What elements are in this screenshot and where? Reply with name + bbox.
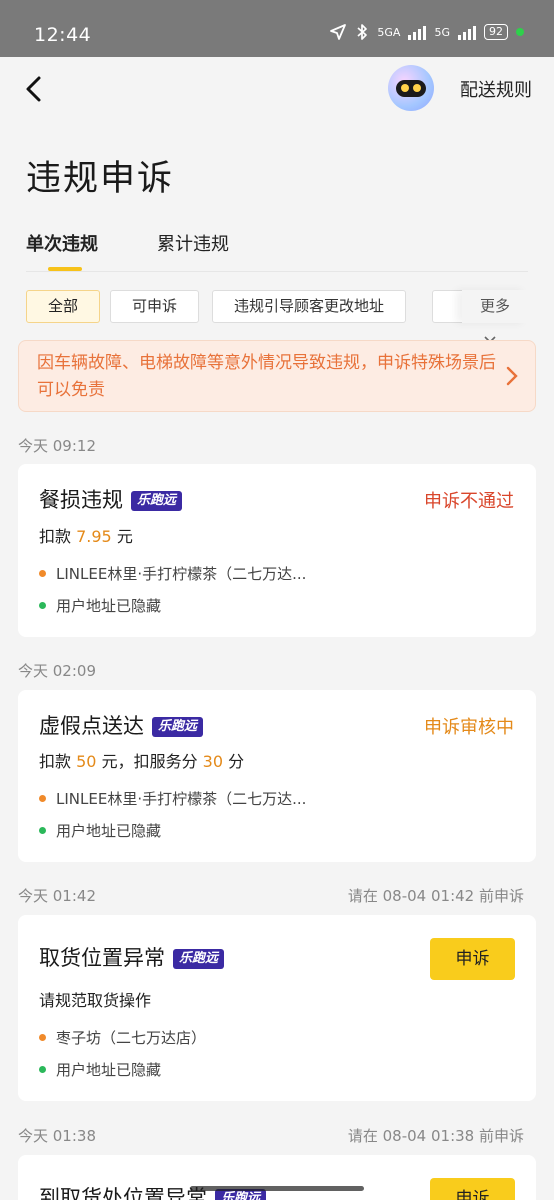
deduction-amount: 7.95 (76, 527, 112, 546)
signal-icon-2 (458, 24, 476, 40)
status-icons: 5GA 5G 92 (329, 23, 524, 41)
lepaoyuan-badge: 乐跑远 (173, 949, 225, 969)
appeal-status-reviewing: 申诉审核中 (424, 717, 514, 738)
signal-icon (408, 24, 427, 40)
bluetooth-icon (357, 24, 368, 40)
shop-dot-icon (39, 1034, 46, 1041)
exemption-notice-banner[interactable]: 因车辆故障、电梯故障等意外情况导致违规，申诉特殊场景后可以免责 (18, 340, 536, 412)
violation-title-text: 到取货处位置异常 (39, 1186, 207, 1200)
privacy-dot-icon (516, 28, 524, 36)
address-line: 用户地址已隐藏 (39, 820, 161, 841)
appeal-status-rejected: 申诉不通过 (424, 491, 514, 512)
page-title: 违规申诉 (26, 159, 175, 199)
network-label-2: 5G (434, 25, 450, 39)
more-filters-button[interactable]: 更多 (462, 290, 528, 344)
appeal-button[interactable]: 申诉 (430, 1178, 515, 1200)
shop-name: LINLEE林里·手打柠檬茶（二七万达... (56, 790, 307, 808)
active-tab-indicator (48, 267, 82, 271)
shop-line: 枣子坊（二七万达店） (39, 1027, 206, 1048)
appeal-button[interactable]: 申诉 (430, 938, 515, 980)
address-text: 用户地址已隐藏 (56, 1061, 162, 1079)
chevron-right-icon (506, 366, 518, 386)
status-time: 12:44 (34, 24, 92, 46)
deduction-prefix: 扣款 (39, 527, 72, 546)
record-date-header: 今天 01:38 请在 08-04 01:38 前申诉 (18, 1125, 536, 1146)
lepaoyuan-badge: 乐跑远 (152, 717, 204, 737)
shop-name: LINLEE林里·手打柠檬茶（二七万达... (56, 565, 307, 583)
address-dot-icon (39, 602, 46, 609)
record-date: 今天 02:09 (18, 662, 96, 680)
robot-icon (396, 80, 426, 97)
violation-description: 请规范取货操作 (39, 991, 152, 1010)
appeal-deadline: 请在 08-04 01:42 前申诉 (347, 887, 524, 905)
violation-card[interactable]: 餐损违规 乐跑远 申诉不通过 扣款 7.95 元 LINLEE林里·手打柠檬茶（二… (18, 464, 536, 637)
status-bar: 12:44 5GA 5G 92 (0, 0, 554, 57)
assistant-robot-avatar[interactable] (388, 65, 434, 111)
violation-title: 餐损违规 乐跑远 (39, 484, 183, 514)
violation-card[interactable]: 取货位置异常 乐跑远 申诉 请规范取货操作 枣子坊（二七万达店） 用户地址已隐藏 (18, 915, 536, 1101)
deduction-unit: 元，扣服务分 (101, 752, 198, 771)
deduction-line: 扣款 50 元，扣服务分 30 分 (39, 748, 244, 772)
shop-dot-icon (39, 570, 46, 577)
filter-bar: 全部 可申诉 违规引导顾客更改地址 更多 (26, 290, 528, 344)
violation-title-text: 虚假点送达 (39, 714, 144, 738)
location-arrow-icon (330, 24, 347, 40)
violation-title: 取货位置异常 乐跑远 (39, 942, 225, 972)
battery-icon: 92 (484, 24, 508, 40)
violation-card[interactable]: 虚假点送达 乐跑远 申诉审核中 扣款 50 元，扣服务分 30 分 LINLEE林… (18, 690, 536, 862)
record-date-header: 今天 01:42 请在 08-04 01:42 前申诉 (18, 885, 536, 906)
violation-title: 到取货处位置异常 乐跑远 (39, 1182, 267, 1200)
violation-card[interactable]: 到取货处位置异常 乐跑远 申诉 (18, 1155, 536, 1200)
address-line: 用户地址已隐藏 (39, 1059, 161, 1080)
network-label-1: 5GA (377, 25, 401, 39)
notice-text: 因车辆故障、电梯故障等意外情况导致违规，申诉特殊场景后可以免责 (37, 353, 496, 400)
deduction-score: 30 (202, 752, 224, 771)
violation-title: 虚假点送达 乐跑远 (39, 710, 204, 740)
record-date-header: 今天 09:12 (18, 435, 536, 456)
filter-chip-all[interactable]: 全部 (26, 290, 101, 323)
violation-title-text: 餐损违规 (39, 488, 123, 512)
shop-name: 枣子坊（二七万达店） (56, 1029, 207, 1047)
deduction-unit: 元 (116, 527, 133, 546)
record-date: 今天 01:42 (18, 887, 96, 905)
filter-chip-address-change[interactable]: 违规引导顾客更改地址 (212, 290, 407, 323)
violation-title-text: 取货位置异常 (39, 946, 165, 970)
home-indicator[interactable] (190, 1186, 364, 1191)
shop-line: LINLEE林里·手打柠檬茶（二七万达... (39, 563, 306, 584)
address-text: 用户地址已隐藏 (56, 597, 162, 615)
address-text: 用户地址已隐藏 (56, 822, 162, 840)
shop-line: LINLEE林里·手打柠檬茶（二七万达... (39, 788, 306, 809)
deduction-line: 扣款 7.95 元 (39, 523, 133, 547)
record-date: 今天 09:12 (18, 437, 96, 455)
record-date-header: 今天 02:09 (18, 660, 536, 681)
tab-single-violation[interactable]: 单次违规 (26, 230, 98, 256)
deduction-amount: 50 (76, 752, 97, 771)
delivery-rules-link[interactable]: 配送规则 (460, 76, 532, 102)
top-bar: 配送规则 (0, 57, 554, 123)
address-line: 用户地址已隐藏 (39, 595, 161, 616)
more-filters-label: 更多 (480, 297, 511, 315)
address-dot-icon (39, 827, 46, 834)
deduction-prefix: 扣款 (39, 752, 72, 771)
address-dot-icon (39, 1066, 46, 1073)
back-arrow-icon[interactable] (22, 75, 46, 103)
tab-cumulative-violation[interactable]: 累计违规 (157, 230, 229, 256)
tab-bar: 单次违规 累计违规 (26, 226, 528, 272)
score-unit: 分 (228, 752, 245, 771)
record-date: 今天 01:38 (18, 1127, 96, 1145)
appeal-deadline: 请在 08-04 01:38 前申诉 (347, 1127, 524, 1145)
filter-chip-appealable[interactable]: 可申诉 (110, 290, 200, 323)
shop-dot-icon (39, 795, 46, 802)
lepaoyuan-badge: 乐跑远 (131, 491, 183, 511)
